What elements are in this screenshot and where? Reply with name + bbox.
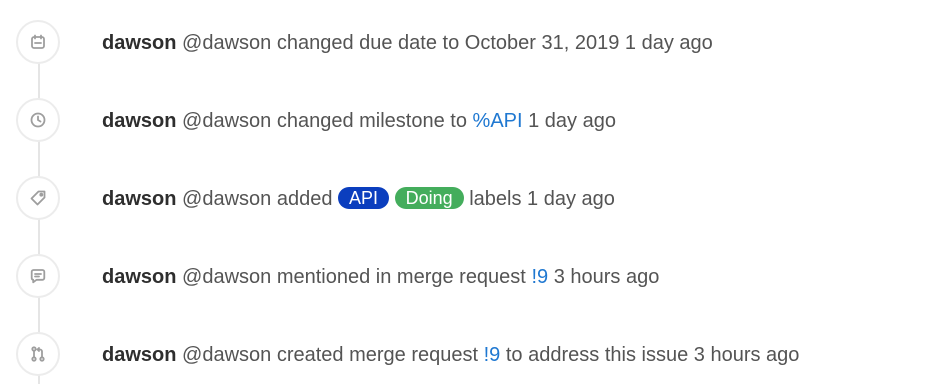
author-username[interactable]: @dawson bbox=[182, 110, 271, 132]
author-username[interactable]: @dawson bbox=[182, 188, 271, 210]
merge-request-link[interactable]: !9 bbox=[484, 344, 501, 366]
note-timestamp[interactable]: 3 hours ago bbox=[694, 344, 800, 366]
system-note-labels: dawson @dawson added API Doing labels 1 … bbox=[0, 176, 938, 230]
system-note-mention: dawson @dawson mentioned in merge reques… bbox=[0, 254, 938, 308]
note-timestamp[interactable]: 1 day ago bbox=[625, 32, 713, 54]
note-text: dawson @dawson changed milestone to %API… bbox=[102, 108, 616, 134]
label-badge-api[interactable]: API bbox=[338, 187, 390, 209]
note-action: changed milestone to bbox=[276, 110, 467, 132]
tag-icon bbox=[16, 176, 60, 220]
author-name[interactable]: dawson bbox=[102, 266, 176, 288]
author-name[interactable]: dawson bbox=[102, 188, 176, 210]
author-username[interactable]: @dawson bbox=[182, 344, 271, 366]
note-action: created merge request bbox=[276, 344, 479, 366]
system-note-due-date: dawson @dawson changed due date to Octob… bbox=[0, 20, 938, 74]
issue-activity-timeline: dawson @dawson changed due date to Octob… bbox=[0, 0, 938, 384]
milestone-link[interactable]: %API bbox=[473, 110, 523, 132]
author-username[interactable]: @dawson bbox=[182, 266, 271, 288]
author-name[interactable]: dawson bbox=[102, 32, 176, 54]
note-timestamp[interactable]: 3 hours ago bbox=[554, 266, 660, 288]
note-timestamp[interactable]: 1 day ago bbox=[528, 110, 616, 132]
comment-icon bbox=[16, 254, 60, 298]
note-action: mentioned in merge request bbox=[276, 266, 526, 288]
note-text: dawson @dawson created merge request !9 … bbox=[102, 342, 799, 368]
author-name[interactable]: dawson bbox=[102, 344, 176, 366]
note-text: dawson @dawson changed due date to Octob… bbox=[102, 30, 713, 56]
note-action: changed due date to October 31, 2019 bbox=[276, 32, 620, 54]
note-text: dawson @dawson mentioned in merge reques… bbox=[102, 264, 659, 290]
merge-request-link[interactable]: !9 bbox=[531, 266, 548, 288]
note-action: added bbox=[276, 188, 333, 210]
note-text: dawson @dawson added API Doing labels 1 … bbox=[102, 186, 615, 212]
calendar-icon bbox=[16, 20, 60, 64]
label-badge-doing[interactable]: Doing bbox=[394, 187, 464, 209]
merge-request-icon bbox=[16, 332, 60, 376]
author-username[interactable]: @dawson bbox=[182, 32, 271, 54]
system-note-milestone: dawson @dawson changed milestone to %API… bbox=[0, 98, 938, 152]
clock-icon bbox=[16, 98, 60, 142]
note-timestamp[interactable]: 1 day ago bbox=[527, 188, 615, 210]
author-name[interactable]: dawson bbox=[102, 110, 176, 132]
system-note-merge-request: dawson @dawson created merge request !9 … bbox=[0, 332, 938, 386]
note-suffix: labels bbox=[469, 188, 522, 210]
note-suffix: to address this issue bbox=[505, 344, 689, 366]
